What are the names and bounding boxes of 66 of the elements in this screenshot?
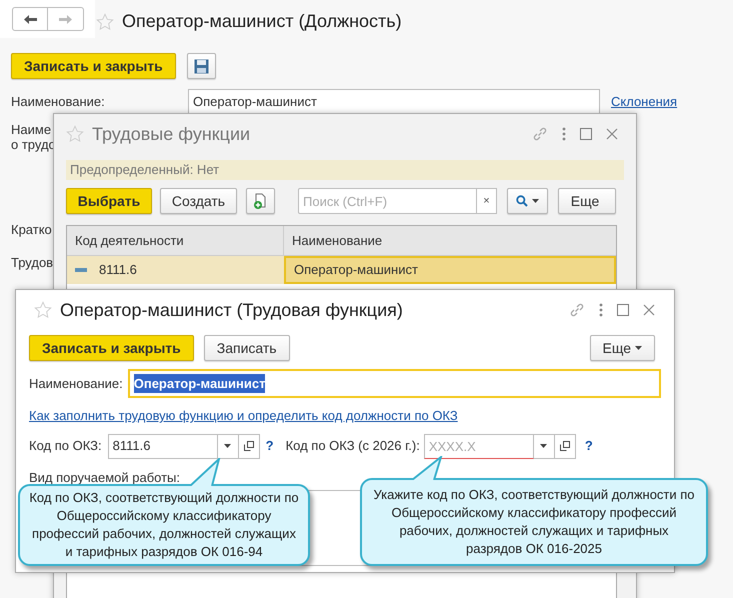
save-close-button[interactable]: Записать и закрыть [29,335,194,361]
caret-icon [224,444,232,448]
dropdown-button[interactable] [218,434,239,458]
field-label: Код по ОКЗ (с 2026 г.): [286,437,420,456]
search-button[interactable] [507,188,548,214]
field-label: Трудов [11,255,54,270]
arrow-right-icon [59,14,72,24]
dropdown-button[interactable] [534,434,555,458]
maximize-icon[interactable] [617,304,629,316]
okz-2026-field[interactable]: XXXX.X [424,434,534,458]
more-button[interactable]: Еще [590,335,655,361]
clear-search-button[interactable]: × [477,188,497,214]
save-button[interactable] [186,53,216,79]
form-title: Оператор-машинист (Должность) [122,10,402,33]
arrow-left-icon [24,14,36,24]
link-icon[interactable] [569,302,585,318]
open-button[interactable] [554,434,576,458]
save-close-button[interactable]: Записать и закрыть [11,53,176,79]
okz-field[interactable]: 8111.6 [108,434,218,458]
document-plus-icon [253,193,268,209]
more-icon[interactable] [599,303,603,317]
more-icon[interactable] [562,127,566,141]
caret-icon [540,444,548,448]
field-label: Наименование: [29,374,123,393]
field-label: Кратко [11,222,52,237]
link-icon[interactable] [532,126,548,142]
close-icon[interactable] [643,304,655,316]
open-window-icon [560,441,570,451]
open-window-icon [244,441,254,451]
add-file-button[interactable] [246,188,275,214]
caret-icon [635,346,642,350]
create-button[interactable]: Создать [160,188,237,214]
column-header[interactable]: Наименование [284,226,616,255]
more-button[interactable]: Еще [558,188,616,214]
table-row[interactable]: 8111.6 Оператор-машинист [67,256,616,284]
name-field[interactable]: Оператор-машинист [188,89,600,114]
star-icon[interactable] [34,301,52,319]
window-title: Трудовые функции [92,122,250,146]
table-cell-text: 8111.6 [99,261,137,280]
hint-tooltip: Укажите код по ОКЗ, соответствующий должности по Общероссийскому классификатору профессий рабочих, должностей служащих и тарифных разрядов ОК 016-2025 [360,456,708,566]
window-title: Оператор-машинист (Трудовая функция) [60,298,403,322]
star-icon[interactable] [66,125,84,143]
field-label: Наиме [11,122,52,137]
back-button[interactable] [12,7,48,31]
search-field[interactable]: Поиск (Ctrl+F) [298,188,477,214]
field-label: Наименование: [11,92,106,111]
save-button[interactable]: Записать [204,335,290,361]
field-label: Код по ОКЗ: [29,437,102,456]
declension-link[interactable]: Склонения [611,92,678,112]
open-button[interactable] [238,434,260,458]
field-label: Вид поручаемой работы: [29,468,180,486]
maximize-icon[interactable] [580,128,592,140]
help-link[interactable]: Как заполнить трудовую функцию и определить код должности по ОКЗ [29,406,661,426]
star-icon[interactable] [96,12,114,30]
item-icon [75,268,87,272]
column-header[interactable]: Код деятельности [67,226,284,255]
search-icon [516,195,528,207]
table-cell: Оператор-машинист [284,256,616,284]
caret-icon [532,199,539,203]
help-link[interactable]: ? [266,436,274,456]
info-bar: Предопределенный: Нет [66,160,624,180]
help-link[interactable]: ? [584,436,593,456]
close-icon[interactable] [606,128,618,140]
choose-button[interactable]: Выбрать [66,188,152,214]
name-field[interactable]: Оператор-машинист [128,369,661,398]
callout-pointer [410,456,444,480]
